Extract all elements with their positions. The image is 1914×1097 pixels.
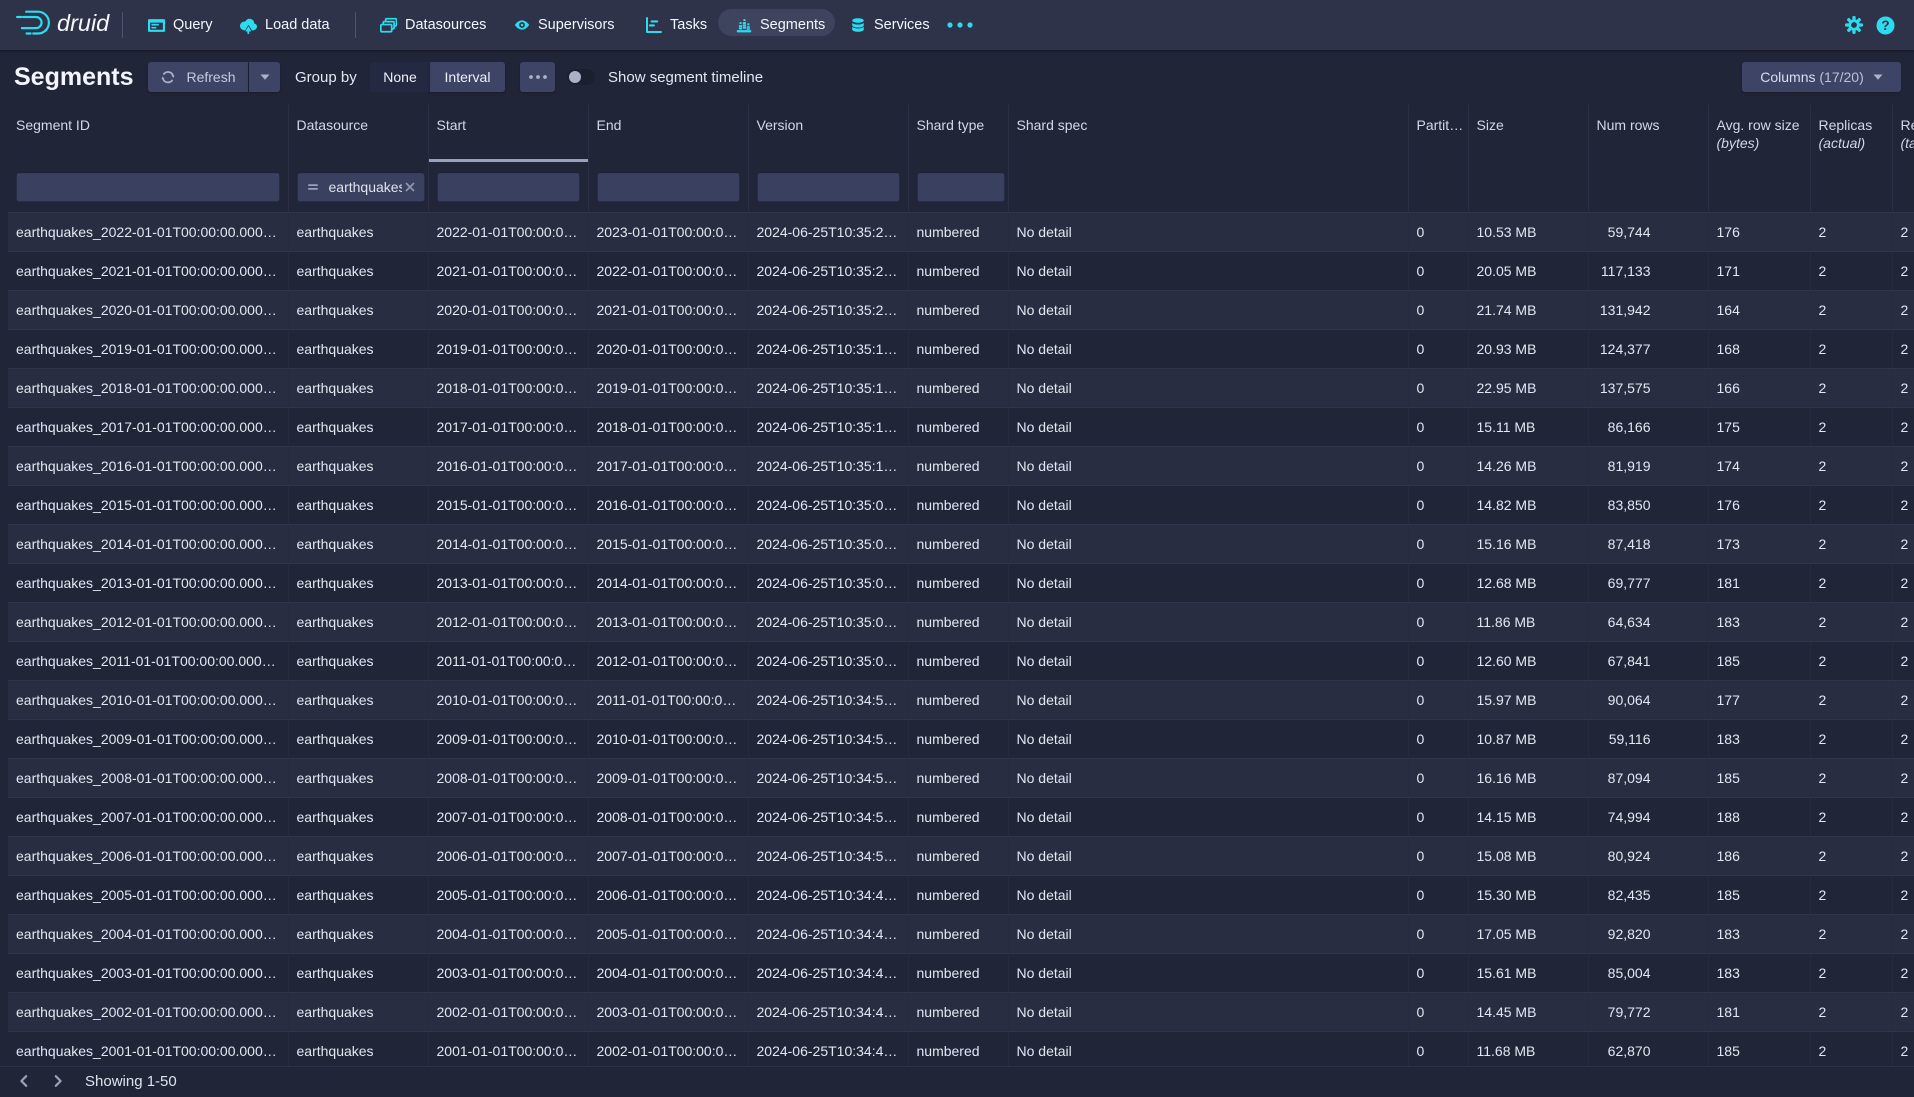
svg-text:?: ? (1881, 18, 1889, 33)
